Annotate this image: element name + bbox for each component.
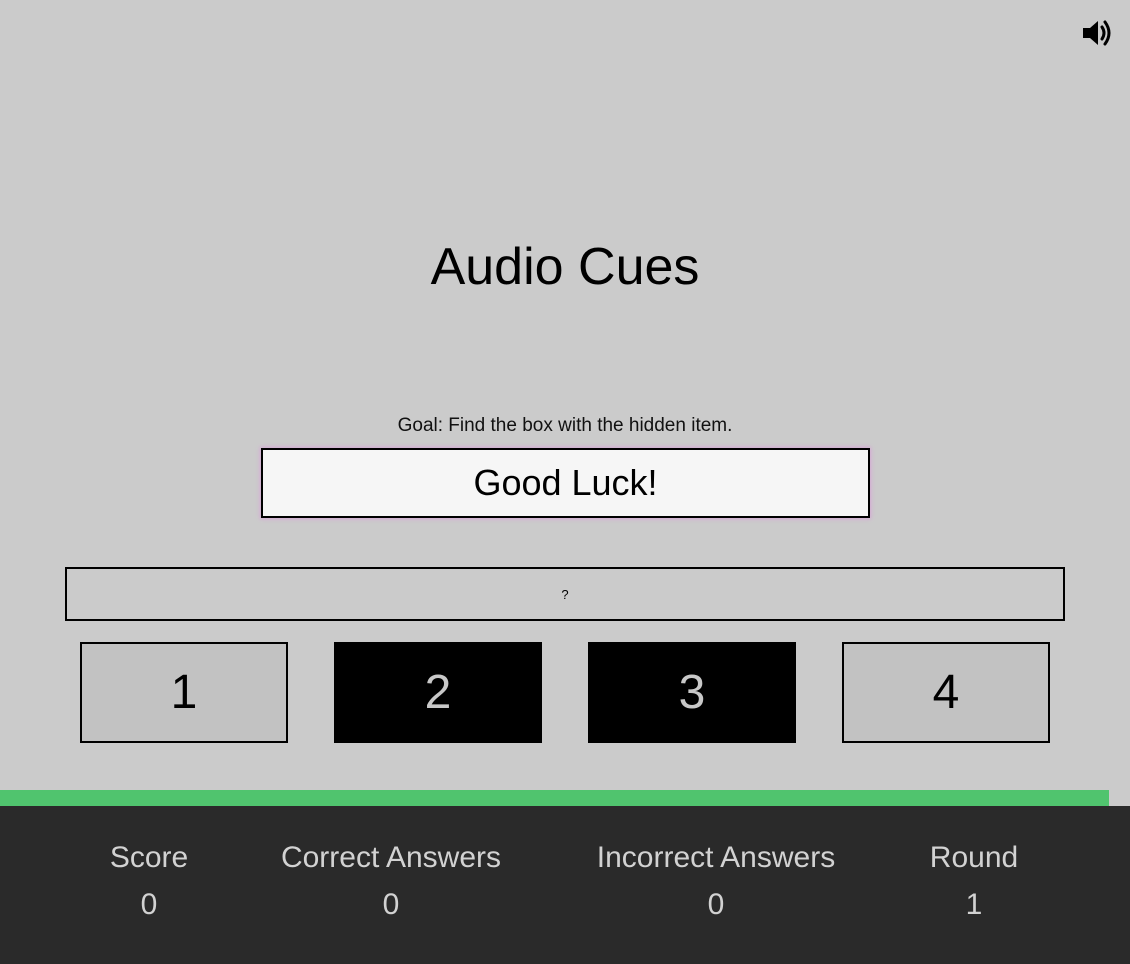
speaker-volume-icon (1083, 20, 1111, 46)
box-label: 3 (678, 666, 706, 719)
game-title: Audio Cues (430, 238, 700, 296)
box-2[interactable]: 2 (334, 642, 542, 743)
stat-label: Score (109, 841, 189, 874)
progress-bar-fill (0, 790, 1109, 806)
stat-correct-answers: Correct Answers 0 (266, 840, 516, 923)
goal-text: Goal: Find the box with the hidden item. (397, 415, 733, 436)
message-box: Good Luck! (261, 448, 870, 518)
box-label: 2 (424, 666, 452, 719)
box-1[interactable]: 1 (80, 642, 288, 743)
message-text: Good Luck! (473, 462, 658, 503)
stat-label: Correct Answers (280, 841, 502, 874)
stat-value: 0 (382, 888, 400, 921)
hint-text: ? (561, 586, 569, 602)
progress-bar (0, 790, 1130, 806)
stat-value: 0 (140, 888, 158, 921)
stat-label: Round (929, 841, 1019, 874)
stat-incorrect-answers: Incorrect Answers 0 (581, 840, 851, 923)
stat-label: Incorrect Answers (596, 841, 836, 874)
hint-bar: ? (65, 567, 1065, 621)
box-label: 4 (932, 666, 960, 719)
box-label: 1 (170, 666, 198, 719)
stat-value: 0 (707, 888, 725, 921)
box-3[interactable]: 3 (588, 642, 796, 743)
stats-panel: Score 0 Correct Answers 0 Incorrect Answ… (0, 806, 1130, 964)
stat-score: Score 0 (79, 840, 219, 923)
sound-toggle-button[interactable] (1080, 16, 1114, 50)
box-4[interactable]: 4 (842, 642, 1050, 743)
stat-value: 1 (965, 888, 983, 921)
stat-round: Round 1 (904, 840, 1044, 923)
